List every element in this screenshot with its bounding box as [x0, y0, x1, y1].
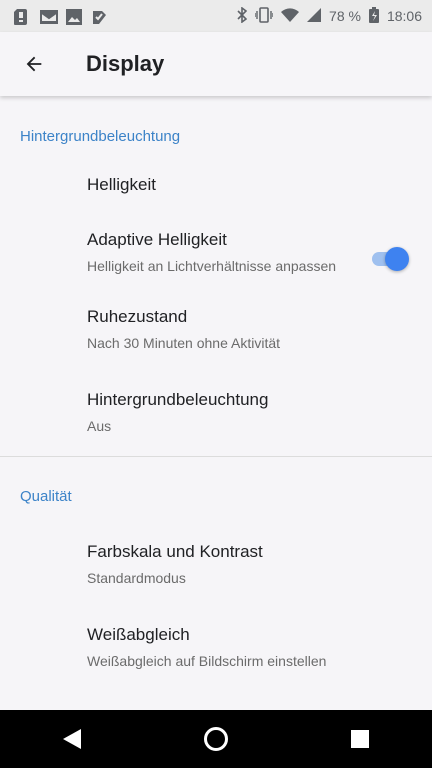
setting-subtitle: Nach 30 Minuten ohne Aktivität	[87, 335, 281, 351]
nav-back-button[interactable]	[42, 710, 102, 768]
section-header-quality: Qualität	[20, 487, 72, 505]
battery-icon	[368, 6, 379, 26]
setting-subtitle: Standardmodus	[87, 570, 186, 586]
setting-subtitle: Weißabgleich auf Bildschirm einstellen	[87, 653, 327, 669]
app-bar: Display	[0, 32, 432, 96]
setting-subtitle: Aus	[87, 418, 112, 434]
settings-list: Hintergrundbeleuchtung Helligkeit Adapti…	[0, 96, 432, 710]
battery-percent: 78 %	[329, 8, 361, 24]
toggle-thumb	[385, 247, 409, 271]
checkmark-icon	[92, 9, 106, 24]
nav-home-button[interactable]	[186, 710, 246, 768]
setting-title: Adaptive Helligkeit	[87, 230, 227, 249]
page-title: Display	[86, 51, 165, 76]
triangle-back-icon	[63, 729, 81, 749]
nav-recents-button[interactable]	[330, 710, 390, 768]
clock: 18:06	[386, 8, 422, 24]
wifi-icon	[281, 7, 300, 25]
setting-title: Helligkeit	[87, 175, 156, 194]
status-bar: 78 % 18:06	[0, 0, 432, 32]
section-header-backlight: Hintergrundbeleuchtung	[20, 127, 181, 145]
setting-title: Farbskala und Kontrast	[87, 542, 263, 561]
notification-icons	[0, 9, 106, 25]
setting-title: Hintergrundbeleuchtung	[87, 390, 269, 409]
setting-subtitle: Helligkeit an Lichtverhältnisse anpassen	[87, 258, 337, 274]
square-recents-icon	[351, 730, 369, 748]
signal-icon	[307, 7, 322, 25]
adaptive-brightness-toggle[interactable]	[370, 246, 409, 271]
sd-card-icon	[14, 9, 28, 25]
setting-backlight[interactable]: Hintergrundbeleuchtung Aus	[0, 390, 432, 436]
setting-brightness[interactable]: Helligkeit	[0, 175, 432, 195]
setting-white-balance[interactable]: Weißabgleich Weißabgleich auf Bildschirm…	[0, 625, 432, 671]
vibrate-icon	[254, 6, 274, 26]
image-icon	[66, 9, 82, 25]
mail-icon	[40, 9, 58, 24]
bluetooth-icon	[237, 5, 248, 26]
setting-color-gamut-contrast[interactable]: Farbskala und Kontrast Standardmodus	[0, 542, 432, 588]
system-icons: 78 % 18:06	[237, 5, 432, 26]
navigation-bar	[0, 710, 432, 768]
setting-title: Ruhezustand	[87, 307, 188, 326]
setting-adaptive-brightness[interactable]: Adaptive Helligkeit Helligkeit an Lichtv…	[0, 230, 432, 276]
circle-home-icon	[204, 727, 228, 751]
back-button[interactable]	[6, 36, 62, 92]
arrow-left-icon	[26, 56, 42, 72]
setting-title: Weißabgleich	[87, 625, 190, 644]
setting-sleep[interactable]: Ruhezustand Nach 30 Minuten ohne Aktivit…	[0, 307, 432, 353]
